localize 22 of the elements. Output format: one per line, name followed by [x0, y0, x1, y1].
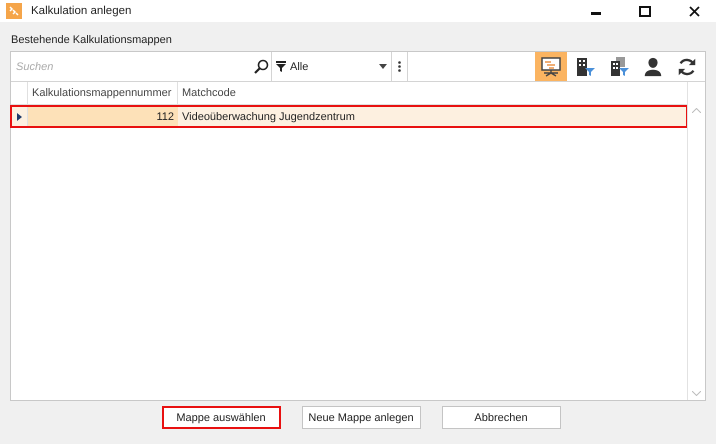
maximize-icon[interactable] [639, 6, 651, 16]
table-cell-text: Videoüberwachung Jugendzentrum [181, 110, 356, 124]
dialog-button[interactable]: Neue Mappe anlegen [302, 406, 420, 429]
funnel-icon [276, 61, 286, 72]
caret-icon [379, 64, 387, 69]
presentation-icon [539, 54, 563, 78]
dialog-button[interactable]: Mappe auswählen [162, 406, 280, 429]
window-title: Kalkulation anlegen [31, 5, 132, 17]
app-logo-icon [6, 3, 22, 19]
person-icon [642, 56, 664, 78]
dialog-button[interactable]: Abbrechen [442, 406, 560, 429]
toolbar-button[interactable] [535, 52, 567, 81]
row-pointer-icon [16, 112, 22, 120]
section-label: Bestehende Kalkulationsmappen [11, 34, 173, 46]
column-header[interactable]: Matchcode [178, 82, 687, 104]
table-row[interactable]: 112 Videoüberwachung Jugendzentrum [11, 106, 687, 127]
close-icon[interactable] [688, 6, 700, 16]
search-field[interactable]: Suchen [14, 60, 253, 74]
more-icon[interactable] [398, 61, 401, 72]
column-header[interactable]: Kalkulationsmappennummer [28, 82, 178, 104]
search-icon [253, 58, 269, 74]
table-cell: 112 [28, 106, 178, 127]
